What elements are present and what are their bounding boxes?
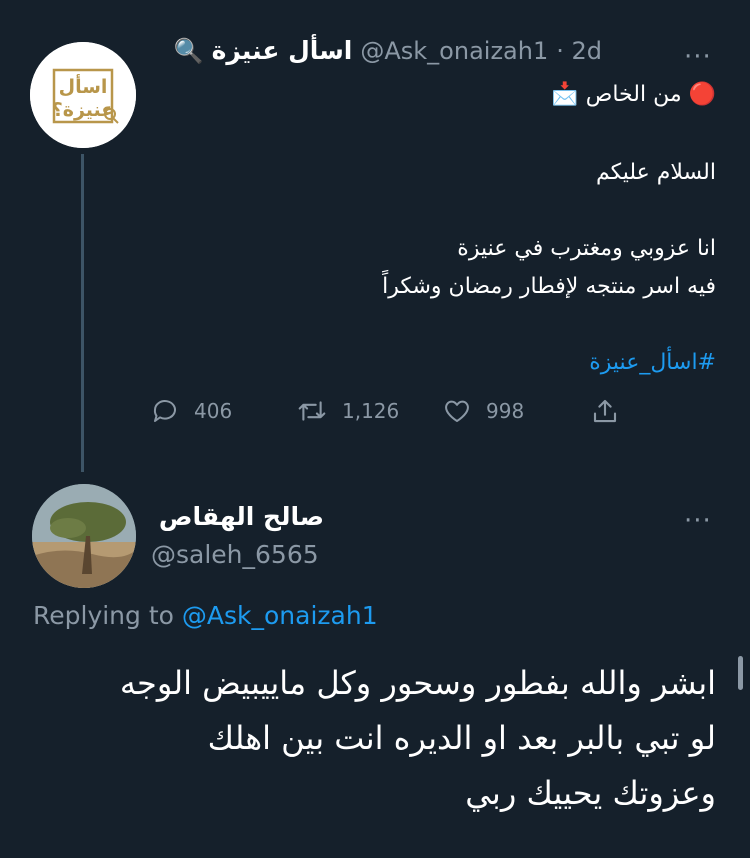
reply-author-name[interactable]: صالح الهقاص: [159, 502, 324, 531]
logo-text: اسأل: [59, 74, 108, 98]
retweet-icon: [298, 401, 326, 421]
tweet-text-line-4: فيه اسر منتجه لإفطار رمضان وشكراً: [382, 274, 716, 299]
reply-text-line-2: لو تبي بالبر بعد او الديره انت بين اهلك: [207, 719, 716, 757]
reply-more-options-icon[interactable]: ···: [684, 508, 712, 534]
replying-handle-link[interactable]: @Ask_onaizah1: [182, 601, 378, 630]
tweet-time[interactable]: · 2d: [556, 37, 602, 65]
tweet-text-line-3: انا عزوبي ومغترب في عنيزة: [457, 236, 716, 261]
reply-action[interactable]: 406: [150, 396, 232, 426]
reply-author-handle[interactable]: @saleh_6565: [151, 540, 319, 569]
more-options-icon[interactable]: ···: [684, 44, 712, 70]
magnifier-icon: 🔍: [173, 36, 204, 65]
replying-prefix: Replying to: [33, 601, 174, 630]
reply-count: 406: [194, 399, 233, 423]
tweet-actions: 406 1,126 998: [150, 396, 620, 436]
heart-icon: [445, 400, 469, 422]
hashtag-link[interactable]: #اسأل_عنيزة: [589, 350, 716, 375]
reply-icon: [153, 400, 176, 422]
reply-text: ابشر والله بفطور وسحور وكل ماييبيض الوجه…: [120, 656, 716, 821]
share-action[interactable]: [590, 396, 620, 426]
avatar-saleh[interactable]: [32, 484, 136, 588]
author-handle[interactable]: @Ask_onaizah1: [360, 37, 548, 65]
like-count: 998: [486, 399, 525, 423]
tree-photo-icon: [32, 484, 136, 588]
share-icon: [593, 399, 617, 423]
thread-line: [81, 154, 84, 472]
author-name[interactable]: اسأل عنيزة: [212, 36, 353, 65]
scrollbar[interactable]: [738, 656, 743, 690]
svg-text:عنيزة؟: عنيزة؟: [52, 99, 115, 121]
avatar-ask-onaizah[interactable]: اسأل عنيزة؟: [30, 42, 136, 148]
ask-onaizah-logo-icon: اسأل عنيزة؟: [30, 42, 136, 148]
tweet-header: 🔍 اسأل عنيزة @Ask_onaizah1 · 2d: [174, 36, 602, 65]
tweet-text-line-2: السلام عليكم: [595, 160, 716, 185]
reply-text-line-1: ابشر والله بفطور وسحور وكل ماييبيض الوجه: [119, 664, 716, 702]
retweet-count: 1,126: [342, 399, 400, 423]
retweet-action[interactable]: 1,126: [296, 396, 399, 426]
tweet-text-line-1: 🔴 من الخاص 📩: [551, 82, 716, 107]
reply-text-line-3: وعزوتك يحييك ربي: [465, 774, 716, 812]
replying-to: Replying to @Ask_onaizah1: [33, 601, 378, 630]
like-action[interactable]: 998: [442, 396, 524, 426]
